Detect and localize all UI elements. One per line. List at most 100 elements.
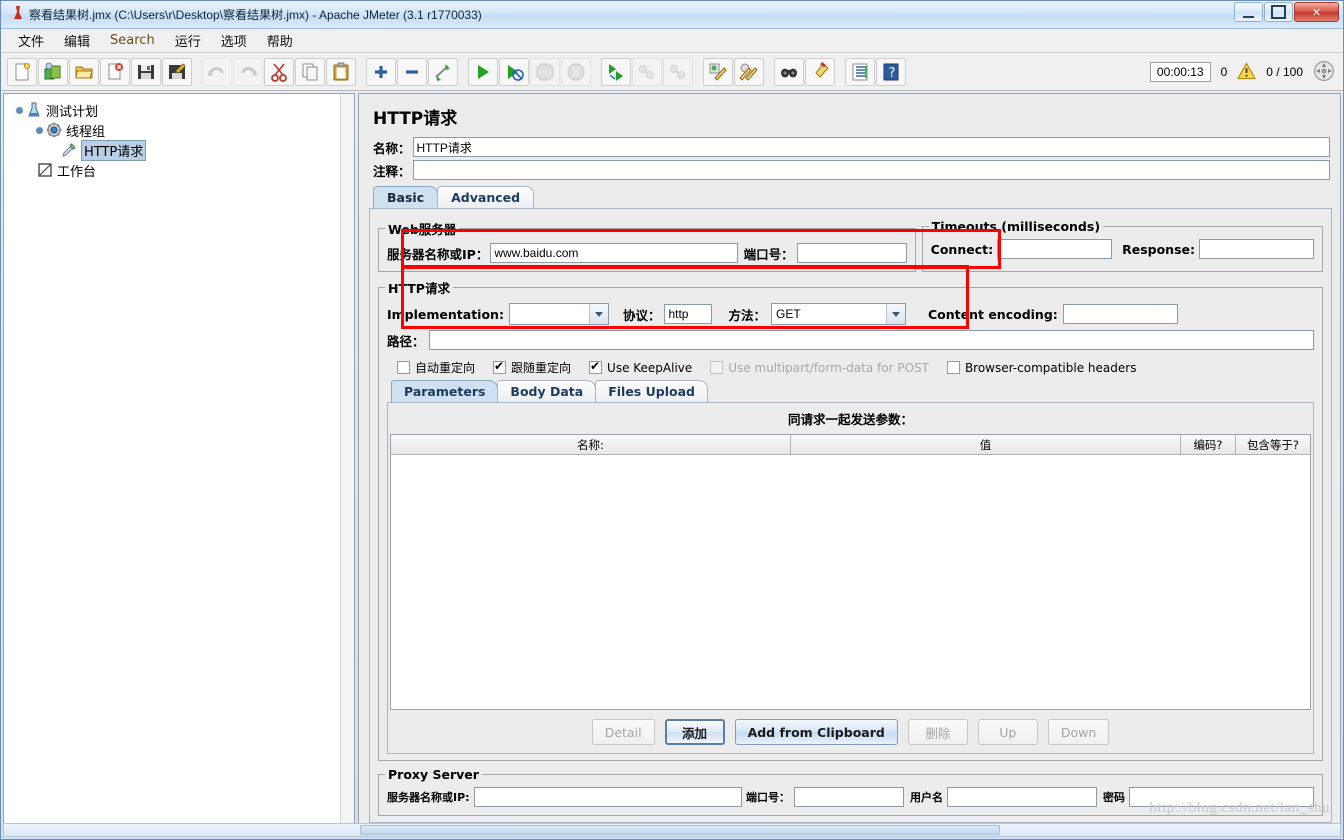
server-name-input[interactable]	[490, 243, 738, 263]
parameters-table[interactable]: 名称: 值 编码? 包含等于?	[390, 434, 1311, 710]
new-icon[interactable]	[7, 57, 37, 86]
test-plan-tree-pane[interactable]: 测试计划 线程组 HTTP请求 工作台	[3, 93, 355, 829]
menu-edit[interactable]: 编辑	[55, 28, 99, 53]
window-title: 察看结果树.jmx (C:\Users\r\Desktop\察看结果树.jmx)…	[29, 8, 482, 22]
checkbox-box[interactable]	[493, 359, 507, 374]
templates-icon[interactable]	[38, 57, 68, 86]
search-icon[interactable]	[774, 57, 804, 86]
menu-file[interactable]: 文件	[9, 28, 53, 53]
thread-count: 0 / 100	[1266, 65, 1303, 79]
toggle-icon[interactable]	[428, 57, 458, 86]
checkbox-box[interactable]	[946, 361, 960, 374]
toolbar: STOP ? 00:00:13 0 0 / 100	[1, 53, 1343, 91]
tab-body-data[interactable]: Body Data	[497, 380, 597, 402]
column-header-include-equals[interactable]: 包含等于?	[1236, 435, 1310, 454]
test-plan-tree: 测试计划 线程组 HTTP请求 工作台	[4, 94, 354, 186]
proxy-port-label: 端口号：	[746, 791, 790, 804]
tree-expand-handle[interactable]	[16, 106, 25, 115]
test-plan-icon	[25, 102, 43, 118]
tab-basic[interactable]: Basic	[373, 186, 439, 208]
tree-node-workbench[interactable]: 工作台	[8, 160, 350, 180]
cut-icon[interactable]	[264, 57, 294, 86]
search-reset-icon[interactable]	[805, 57, 835, 86]
horizontal-scrollbar[interactable]	[3, 823, 1341, 837]
name-label: 名称：	[373, 140, 411, 156]
thread-state-icon	[1313, 60, 1335, 85]
column-header-value[interactable]: 值	[791, 435, 1181, 454]
tree-label-thread-group: 线程组	[66, 124, 106, 140]
content-encoding-input[interactable]	[1062, 304, 1178, 324]
name-input[interactable]	[412, 137, 1330, 157]
proxy-server-name-label: 服务器名称或IP:	[387, 791, 470, 804]
tree-node-http-request[interactable]: HTTP请求	[8, 139, 350, 161]
expand-all-icon[interactable]	[366, 57, 396, 86]
tree-node-test-plan[interactable]: 测试计划	[8, 100, 350, 120]
protocol-input[interactable]	[664, 304, 713, 324]
chevron-down-icon[interactable]	[885, 304, 905, 324]
proxy-server-name-input[interactable]	[473, 787, 742, 807]
http-request-editor: HTTP请求 名称： 注释： Basic Advanced Web服务器	[358, 93, 1341, 829]
proxy-port-input[interactable]	[794, 787, 904, 807]
menu-help[interactable]: 帮助	[258, 28, 302, 53]
menu-search[interactable]: Search	[101, 30, 164, 51]
function-helper-icon[interactable]	[845, 57, 875, 86]
save-icon[interactable]	[131, 57, 161, 86]
warning-triangle-icon[interactable]	[1237, 61, 1257, 83]
tree-expand-handle[interactable]	[36, 126, 45, 135]
checkbox-auto-redirect[interactable]: 自动重定向	[397, 359, 475, 376]
tree-node-thread-group[interactable]: 线程组	[8, 120, 350, 140]
clear-all-icon[interactable]	[734, 57, 764, 86]
comment-label: 注释：	[373, 163, 411, 179]
minimize-button[interactable]	[1234, 2, 1263, 22]
tab-advanced[interactable]: Advanced	[437, 186, 535, 208]
method-value: GET	[775, 307, 801, 321]
http-request-group: HTTP请求 Implementation: 协议： 方法： GET	[378, 278, 1323, 761]
error-count: 0	[1220, 65, 1228, 79]
checkbox-browser-compatible-headers[interactable]: Browser-compatible headers	[946, 360, 1137, 375]
implementation-combobox[interactable]	[508, 303, 609, 325]
open-icon[interactable]	[69, 57, 99, 86]
editor-tabs: Basic Advanced	[359, 186, 1340, 208]
help-icon[interactable]: ?	[876, 57, 906, 86]
column-header-name[interactable]: 名称:	[391, 435, 791, 454]
copy-icon[interactable]	[295, 57, 325, 86]
column-header-encode[interactable]: 编码?	[1181, 435, 1236, 454]
parameters-table-body[interactable]	[391, 455, 1310, 709]
clear-icon[interactable]	[703, 57, 733, 86]
maximize-button[interactable]	[1264, 2, 1293, 22]
port-input[interactable]	[796, 243, 907, 263]
shutdown-icon	[561, 57, 591, 86]
horizontal-scrollbar-thumb[interactable]	[360, 825, 1000, 835]
add-button[interactable]: 添加	[664, 719, 725, 745]
checkbox-label: Browser-compatible headers	[964, 360, 1137, 375]
save-as-icon[interactable]	[162, 57, 192, 86]
tab-parameters[interactable]: Parameters	[391, 380, 499, 402]
checkbox-use-keepalive[interactable]: Use KeepAlive	[589, 359, 692, 375]
parameters-tabs: Parameters Body Data Files Upload	[385, 380, 1316, 402]
checkbox-follow-redirects[interactable]: 跟随重定向	[493, 359, 571, 376]
checkbox-label: 自动重定向	[415, 361, 476, 375]
method-combobox[interactable]: GET	[770, 303, 906, 325]
start-no-pause-icon[interactable]	[499, 57, 529, 86]
start-remote-icon[interactable]	[601, 57, 631, 86]
tree-vertical-scrollbar[interactable]	[340, 94, 354, 828]
path-input[interactable]	[428, 330, 1314, 350]
checkbox-box[interactable]	[397, 361, 410, 374]
proxy-username-input[interactable]	[947, 787, 1097, 807]
connect-timeout-input[interactable]	[997, 239, 1113, 259]
checkbox-box[interactable]	[589, 359, 603, 374]
paste-icon[interactable]	[326, 57, 356, 86]
add-from-clipboard-button[interactable]: Add from Clipboard	[734, 719, 898, 745]
tab-files-upload[interactable]: Files Upload	[595, 380, 708, 402]
collapse-all-icon[interactable]	[397, 57, 427, 86]
menu-run[interactable]: 运行	[166, 28, 210, 53]
chevron-down-icon[interactable]	[588, 304, 608, 324]
close-icon[interactable]	[100, 57, 130, 86]
close-button[interactable]: ✕	[1294, 2, 1339, 22]
menu-options[interactable]: 选项	[212, 28, 256, 53]
start-icon[interactable]	[468, 57, 498, 86]
response-timeout-input[interactable]	[1199, 239, 1314, 259]
proxy-username-label: 用户名	[910, 791, 943, 804]
comment-input[interactable]	[412, 160, 1330, 180]
tree-label-http-request[interactable]: HTTP请求	[81, 139, 147, 161]
